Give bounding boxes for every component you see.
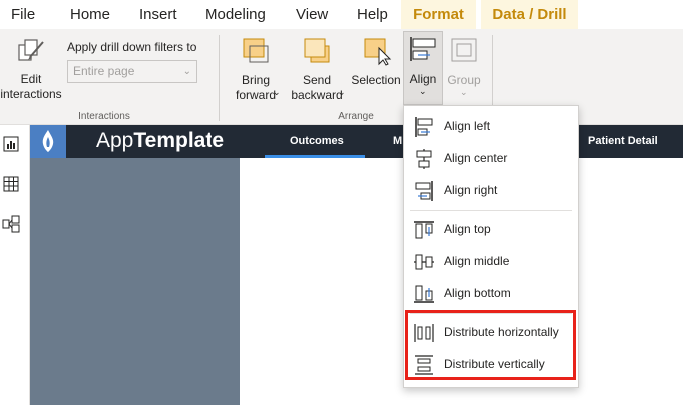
chevron-down-icon: ⌄ xyxy=(273,87,281,97)
report-canvas[interactable]: AppTemplate Outcomes M Patient Detail xyxy=(30,125,683,405)
align-top-icon xyxy=(414,221,434,239)
tab-view[interactable]: View xyxy=(296,0,328,29)
distribute-options-highlight xyxy=(405,310,576,380)
data-view-icon[interactable] xyxy=(2,175,20,193)
drill-filter-select[interactable]: Entire page ⌄ xyxy=(67,60,197,83)
report-side-panel xyxy=(30,158,240,405)
nav-tab-outcomes[interactable]: Outcomes xyxy=(290,125,344,158)
chevron-down-icon: ⌄ xyxy=(419,86,427,96)
menu-item-label: Align bottom xyxy=(444,286,511,300)
menu-item-label: Align middle xyxy=(444,254,510,268)
interactions-group-label: Interactions xyxy=(78,111,130,122)
group-button[interactable]: Group ⌄ xyxy=(444,33,484,107)
menu-item-label: Align right xyxy=(444,183,498,197)
nav-tab-m[interactable]: M xyxy=(393,125,402,158)
menu-item-align-middle[interactable]: Align middle xyxy=(404,246,578,278)
menu-divider xyxy=(410,210,572,211)
menu-item-align-bottom[interactable]: Align bottom xyxy=(404,278,578,310)
tab-insert[interactable]: Insert xyxy=(139,0,177,29)
menu-item-align-left[interactable]: Align left xyxy=(404,111,578,143)
send-backward-button[interactable]: Send backward ⌄ xyxy=(286,33,348,107)
align-middle-icon xyxy=(414,254,434,270)
app-title: AppTemplate xyxy=(96,129,224,153)
edit-interactions-button[interactable]: Edit interactions xyxy=(0,33,62,105)
menu-bar: File Home Insert Modeling View Help Form… xyxy=(0,0,683,29)
chevron-down-icon: ⌄ xyxy=(182,66,191,77)
tab-home[interactable]: Home xyxy=(70,0,110,29)
view-switcher-rail xyxy=(0,125,30,405)
bring-forward-button[interactable]: Bring forward ⌄ xyxy=(226,33,286,107)
tab-modeling[interactable]: Modeling xyxy=(205,0,266,29)
menu-item-label: Align center xyxy=(444,151,508,165)
align-right-icon xyxy=(415,181,433,201)
edit-interactions-label: Edit interactions xyxy=(0,72,62,101)
tab-data-drill[interactable]: Data / Drill xyxy=(481,0,578,29)
app-title-light: App xyxy=(96,129,134,152)
chevron-down-icon: ⌄ xyxy=(460,87,468,97)
drill-filter-label: Apply drill down filters to xyxy=(67,40,197,54)
ribbon: Edit interactions Apply drill down filte… xyxy=(0,29,683,125)
align-icon xyxy=(410,37,436,61)
menu-item-label: Align top xyxy=(444,222,491,236)
menu-item-align-center[interactable]: Align center xyxy=(404,143,578,175)
model-view-icon[interactable] xyxy=(2,215,20,233)
align-left-icon xyxy=(415,117,433,137)
menu-item-label: Align left xyxy=(444,119,491,133)
drill-filter-value: Entire page xyxy=(73,64,135,78)
app-logo xyxy=(30,125,66,158)
edit-interactions-icon xyxy=(18,39,44,61)
app-title-bold: Template xyxy=(133,129,225,152)
flame-logo-icon xyxy=(42,130,54,152)
align-bottom-icon xyxy=(414,285,434,303)
send-backward-icon xyxy=(304,38,330,63)
align-button[interactable]: Align ⌄ xyxy=(403,31,443,105)
nav-tab-patient-detail[interactable]: Patient Detail xyxy=(588,125,658,158)
chevron-down-icon: ⌄ xyxy=(338,87,346,97)
selection-icon xyxy=(364,38,392,66)
menu-item-align-top[interactable]: Align top xyxy=(404,214,578,246)
selection-button[interactable]: Selection xyxy=(350,33,402,93)
selection-label: Selection xyxy=(351,73,401,87)
report-view-icon[interactable] xyxy=(2,135,20,153)
tab-file[interactable]: File xyxy=(11,0,35,29)
tab-help[interactable]: Help xyxy=(357,0,388,29)
group-divider xyxy=(219,35,220,121)
align-label: Align xyxy=(409,72,437,86)
group-label: Group xyxy=(447,73,481,87)
align-center-icon xyxy=(416,149,432,169)
menu-item-align-right[interactable]: Align right xyxy=(404,175,578,207)
group-icon xyxy=(451,38,477,62)
bring-forward-icon xyxy=(243,38,269,63)
tab-format[interactable]: Format xyxy=(401,0,476,29)
app-header: AppTemplate Outcomes M Patient Detail xyxy=(30,125,683,158)
